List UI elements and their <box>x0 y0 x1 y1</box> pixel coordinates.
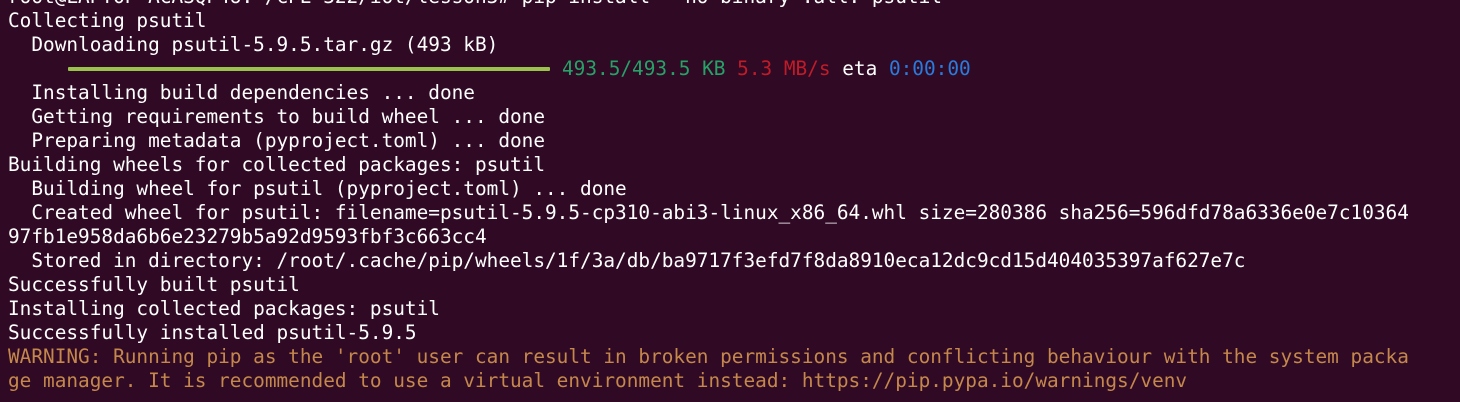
output-successfully-installed: Successfully installed psutil-5.9.5 <box>8 321 417 344</box>
command-prompt-line: root@LAPTOP-ACASQP4U:~/CPE-322/iot/lesso… <box>8 0 1460 9</box>
progress-speed: 5.3 MB/s <box>737 57 831 80</box>
output-installing-collected: Installing collected packages: psutil <box>8 297 440 320</box>
output-stored-directory: Stored in directory: /root/.cache/pip/wh… <box>8 249 1246 272</box>
output-building-wheels: Building wheels for collected packages: … <box>8 153 546 176</box>
download-progress-line: 493.5/493.5 KB 5.3 MB/s eta 0:00:00 <box>8 57 1460 81</box>
output-building-wheel: Building wheel for psutil (pyproject.tom… <box>8 177 627 200</box>
output-successfully-built: Successfully built psutil <box>8 273 300 296</box>
output-collecting: Collecting psutil <box>8 9 207 32</box>
output-created-wheel-continued: 97fb1e958da6b6e23279b5a92d9593fbf3c663cc… <box>8 225 487 248</box>
warning-message-continued: ge manager. It is recommended to use a v… <box>8 369 1188 392</box>
warning-message: WARNING: Running pip as the 'root' user … <box>8 345 1409 368</box>
output-getting-requirements: Getting requirements to build wheel ... … <box>8 105 546 128</box>
output-installing-build-deps: Installing build dependencies ... done <box>8 81 475 104</box>
progress-eta-value: 0:00:00 <box>888 57 971 80</box>
progress-eta-label: eta <box>842 57 878 80</box>
terminal-window[interactable]: root@LAPTOP-ACASQP4U:~/CPE-322/iot/lesso… <box>0 0 1460 392</box>
download-progress-bar <box>68 67 550 71</box>
output-downloading: Downloading psutil-5.9.5.tar.gz (493 kB) <box>8 33 499 56</box>
output-created-wheel: Created wheel for psutil: filename=psuti… <box>8 201 1409 224</box>
output-preparing-metadata: Preparing metadata (pyproject.toml) ... … <box>8 129 546 152</box>
progress-downloaded-amount: 493.5/493.5 KB <box>562 57 726 80</box>
